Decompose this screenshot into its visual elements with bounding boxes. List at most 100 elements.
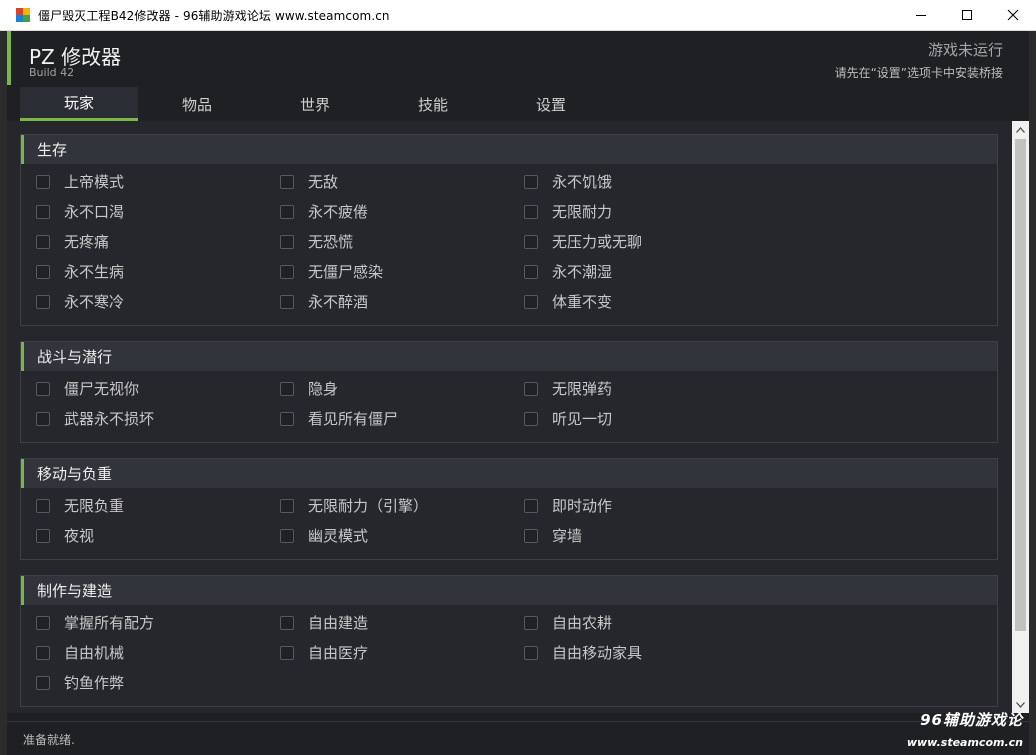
checkbox-box[interactable] <box>524 204 538 219</box>
checkbox-box[interactable] <box>524 381 538 396</box>
option-checkbox[interactable]: 自由农耕 <box>524 612 612 633</box>
section-title: 战斗与潜行 <box>21 342 997 371</box>
option-checkbox[interactable]: 幽灵模式 <box>280 525 368 546</box>
checkbox-box[interactable] <box>280 645 294 660</box>
checkbox-box[interactable] <box>280 528 294 543</box>
option-checkbox[interactable]: 武器永不损坏 <box>36 408 154 429</box>
option-label: 永不疲倦 <box>308 203 369 221</box>
tab-settings[interactable]: 设置 <box>492 87 610 121</box>
checkbox-box[interactable] <box>280 174 294 189</box>
option-label: 上帝模式 <box>64 173 125 191</box>
option-checkbox[interactable]: 无限负重 <box>36 495 124 516</box>
option-label: 永不寒冷 <box>64 293 125 311</box>
option-checkbox[interactable]: 永不寒冷 <box>36 291 124 312</box>
checkbox-box[interactable] <box>280 294 294 309</box>
option-checkbox[interactable]: 掌握所有配方 <box>36 612 154 633</box>
option-checkbox[interactable]: 钓鱼作弊 <box>36 672 124 693</box>
checkbox-box[interactable] <box>36 528 50 543</box>
tab-player[interactable]: 玩家 <box>20 87 138 121</box>
option-label: 自由移动家具 <box>552 644 643 662</box>
option-checkbox[interactable]: 上帝模式 <box>36 171 124 192</box>
checkbox-box[interactable] <box>36 294 50 309</box>
checkbox-box[interactable] <box>280 411 294 426</box>
checkbox-box[interactable] <box>280 204 294 219</box>
section-title: 制作与建造 <box>21 576 997 605</box>
tab-skills[interactable]: 技能 <box>374 87 492 121</box>
option-checkbox[interactable]: 僵尸无视你 <box>36 378 139 399</box>
checkbox-box[interactable] <box>524 411 538 426</box>
option-checkbox[interactable]: 永不潮湿 <box>524 261 612 282</box>
checkbox-box[interactable] <box>36 411 50 426</box>
option-label: 无压力或无聊 <box>552 233 643 251</box>
option-checkbox[interactable]: 即时动作 <box>524 495 612 516</box>
option-label: 无限耐力 <box>552 203 613 221</box>
checkbox-box[interactable] <box>36 234 50 249</box>
option-checkbox[interactable]: 无疼痛 <box>36 231 109 252</box>
option-checkbox[interactable]: 自由医疗 <box>280 642 368 663</box>
window-titlebar[interactable]: 僵尸毁灭工程B42修改器 - 96辅助游戏论坛 www.steamcom.cn <box>0 0 1036 31</box>
checkbox-box[interactable] <box>280 264 294 279</box>
option-checkbox[interactable]: 无限耐力 <box>524 201 612 222</box>
option-checkbox[interactable]: 永不饥饿 <box>524 171 612 192</box>
option-label: 隐身 <box>308 380 339 398</box>
maximize-button[interactable] <box>944 0 990 30</box>
option-label: 自由建造 <box>308 614 369 632</box>
checkbox-box[interactable] <box>280 234 294 249</box>
checkbox-box[interactable] <box>524 528 538 543</box>
checkbox-box[interactable] <box>36 498 50 513</box>
scroll-up-button[interactable] <box>1012 121 1029 138</box>
game-status: 游戏未运行 <box>927 41 1003 59</box>
option-label: 无限耐力（引擎） <box>308 497 429 515</box>
checkbox-box[interactable] <box>36 204 50 219</box>
option-label: 自由农耕 <box>552 614 613 632</box>
option-checkbox[interactable]: 无敌 <box>280 171 338 192</box>
option-checkbox[interactable]: 无限弹药 <box>524 378 612 399</box>
tab-items[interactable]: 物品 <box>138 87 256 121</box>
option-checkbox[interactable]: 永不口渴 <box>36 201 124 222</box>
option-checkbox[interactable]: 永不疲倦 <box>280 201 368 222</box>
option-label: 钓鱼作弊 <box>64 674 125 692</box>
checkbox-box[interactable] <box>524 234 538 249</box>
option-checkbox[interactable]: 穿墙 <box>524 525 582 546</box>
option-checkbox[interactable]: 听见一切 <box>524 408 612 429</box>
option-label: 体重不变 <box>552 293 613 311</box>
checkbox-box[interactable] <box>36 174 50 189</box>
checkbox-box[interactable] <box>280 615 294 630</box>
checkbox-box[interactable] <box>36 615 50 630</box>
option-checkbox[interactable]: 自由机械 <box>36 642 124 663</box>
checkbox-box[interactable] <box>36 675 50 690</box>
minimize-button[interactable] <box>898 0 944 30</box>
checkbox-box[interactable] <box>524 174 538 189</box>
option-checkbox[interactable]: 无压力或无聊 <box>524 231 642 252</box>
checkbox-box[interactable] <box>524 615 538 630</box>
option-label: 永不饥饿 <box>552 173 613 191</box>
option-checkbox[interactable]: 无恐慌 <box>280 231 353 252</box>
checkbox-box[interactable] <box>280 498 294 513</box>
checkbox-box[interactable] <box>280 381 294 396</box>
tab-world[interactable]: 世界 <box>256 87 374 121</box>
vertical-scrollbar[interactable] <box>1012 121 1029 713</box>
option-checkbox[interactable]: 无僵尸感染 <box>280 261 383 282</box>
option-label: 无恐慌 <box>308 233 354 251</box>
checkbox-box[interactable] <box>524 645 538 660</box>
option-checkbox[interactable]: 无限耐力（引擎） <box>280 495 428 516</box>
checkbox-box[interactable] <box>524 294 538 309</box>
scroll-thumb[interactable] <box>1015 139 1026 631</box>
option-checkbox[interactable]: 永不醉酒 <box>280 291 368 312</box>
checkbox-box[interactable] <box>524 498 538 513</box>
checkbox-box[interactable] <box>36 645 50 660</box>
status-text: 准备就绪. <box>23 733 75 747</box>
option-checkbox[interactable]: 夜视 <box>36 525 94 546</box>
option-checkbox[interactable]: 永不生病 <box>36 261 124 282</box>
option-checkbox[interactable]: 体重不变 <box>524 291 612 312</box>
option-label: 无敌 <box>308 173 339 191</box>
close-button[interactable] <box>990 0 1036 30</box>
checkbox-box[interactable] <box>36 264 50 279</box>
watermark-url: www.steamcom.cn <box>906 735 1023 749</box>
checkbox-box[interactable] <box>36 381 50 396</box>
checkbox-box[interactable] <box>524 264 538 279</box>
option-checkbox[interactable]: 看见所有僵尸 <box>280 408 398 429</box>
option-checkbox[interactable]: 自由移动家具 <box>524 642 642 663</box>
option-checkbox[interactable]: 自由建造 <box>280 612 368 633</box>
option-checkbox[interactable]: 隐身 <box>280 378 338 399</box>
